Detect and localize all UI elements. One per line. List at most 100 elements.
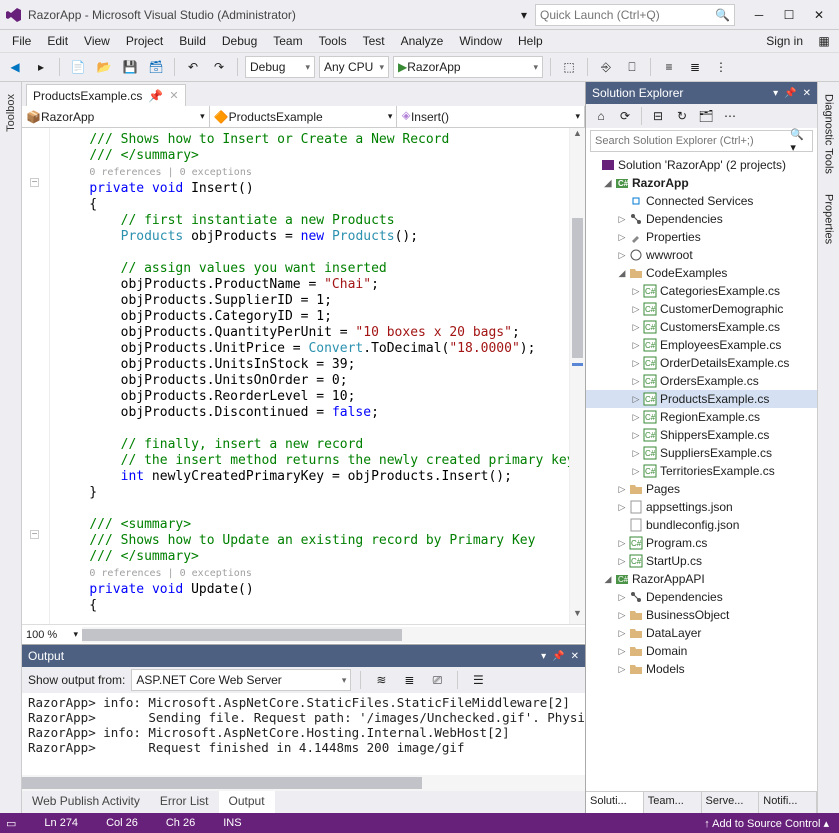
tree-node[interactable]: ▷C#RegionExample.cs [586,408,817,426]
platform-dropdown[interactable]: Any CPU▾ [319,56,389,78]
nav-fwd-icon[interactable]: ▸ [30,56,52,78]
tab-web-publish[interactable]: Web Publish Activity [22,791,150,813]
pin-icon[interactable]: 📌 [148,89,163,103]
rtab-notif[interactable]: Notifi... [759,792,817,813]
toolbar-btn-4[interactable]: ≡ [658,56,680,78]
zoom-dropdown[interactable]: 100 %▾ [22,629,82,641]
open-file-icon[interactable]: 📂 [93,56,115,78]
menu-help[interactable]: Help [510,32,551,50]
toolbox-tab[interactable]: Toolbox [3,88,19,138]
menu-view[interactable]: View [76,32,118,50]
quick-launch-input[interactable] [540,8,715,22]
solexp-refresh-icon[interactable]: ↻ [671,105,693,127]
panel-close-icon[interactable]: ✕ [571,651,579,662]
menu-test[interactable]: Test [355,32,393,50]
panel-pin-icon[interactable]: 📌 [552,651,564,662]
horizontal-scrollbar[interactable] [82,627,585,643]
file-tab-products-example[interactable]: ProductsExample.cs 📌 ✕ [26,84,186,106]
sign-in-link[interactable]: Sign in [758,32,813,50]
menu-analyze[interactable]: Analyze [393,32,452,50]
menu-window[interactable]: Window [451,32,510,50]
solexp-more-icon[interactable]: ⋯ [719,105,741,127]
menu-edit[interactable]: Edit [39,32,76,50]
save-icon[interactable]: 💾 [119,56,141,78]
rtab-solution[interactable]: Soluti... [586,792,644,813]
solexp-pin-icon[interactable]: 📌 [784,88,796,99]
undo-icon[interactable]: ↶ [182,56,204,78]
solexp-dropdown-icon[interactable]: ▾ [773,88,778,99]
toolbar-btn-6[interactable]: ⋮ [710,56,732,78]
tree-node[interactable]: ▷Properties [586,228,817,246]
tree-node[interactable]: ▷C#TerritoriesExample.cs [586,462,817,480]
tree-node[interactable]: ▷C#CustomersExample.cs [586,318,817,336]
menu-team[interactable]: Team [265,32,310,50]
tree-node[interactable]: Solution 'RazorApp' (2 projects) [586,156,817,174]
output-title[interactable]: Output ▾ 📌 ✕ [22,645,585,667]
rtab-server[interactable]: Serve... [702,792,760,813]
tree-node[interactable]: ▷C#ShippersExample.cs [586,426,817,444]
nav-project-dropdown[interactable]: 📦 RazorApp▾ [22,106,210,127]
solexp-home-icon[interactable]: ⌂ [590,105,612,127]
tree-node[interactable]: ▷C#Program.cs [586,534,817,552]
rtab-team[interactable]: Team... [644,792,702,813]
startup-dropdown[interactable]: ▶ RazorApp▾ [393,56,543,78]
nav-class-dropdown[interactable]: 🔶 ProductsExample▾ [210,106,398,127]
tree-node[interactable]: ▷BusinessObject [586,606,817,624]
output-btn-2[interactable]: ≣ [398,669,420,691]
tree-node[interactable]: ◢C#RazorAppAPI [586,570,817,588]
tree-node[interactable]: ▷C#OrderDetailsExample.cs [586,354,817,372]
tree-node[interactable]: ▷Pages [586,480,817,498]
nav-back-icon[interactable]: ◀ [4,56,26,78]
solexp-sync-icon[interactable]: ⟳ [614,105,636,127]
tree-node[interactable]: ▷C#ProductsExample.cs [586,390,817,408]
tree-node[interactable]: ▷C#OrdersExample.cs [586,372,817,390]
tab-error-list[interactable]: Error List [150,791,219,813]
redo-icon[interactable]: ↷ [208,56,230,78]
solexp-search[interactable]: 🔍▾ [590,130,813,152]
tree-node[interactable]: Connected Services [586,192,817,210]
tree-node[interactable]: ▷wwwroot [586,246,817,264]
output-hscroll[interactable] [22,775,585,791]
solexp-search-input[interactable] [595,135,790,147]
menu-debug[interactable]: Debug [214,32,265,50]
save-all-icon[interactable]: 🗃 [145,56,167,78]
tree-node[interactable]: ▷appsettings.json [586,498,817,516]
tree-node[interactable]: bundleconfig.json [586,516,817,534]
tree-node[interactable]: ▷C#SuppliersExample.cs [586,444,817,462]
diagnostic-tools-tab[interactable]: Diagnostic Tools [821,88,837,180]
config-dropdown[interactable]: Debug▾ [245,56,315,78]
notification-icon[interactable]: ▾ [513,4,535,26]
tree-node[interactable]: ▷C#CustomerDemographic [586,300,817,318]
minimize-button[interactable]: ─ [745,4,773,26]
tree-node[interactable]: ▷C#StartUp.cs [586,552,817,570]
tree-node[interactable]: ◢C#RazorApp [586,174,817,192]
tree-node[interactable]: ▷Domain [586,642,817,660]
solexp-close-icon[interactable]: ✕ [803,88,811,99]
solexp-showall-icon[interactable]: 🗂 [695,105,717,127]
maximize-button[interactable]: ☐ [775,4,803,26]
close-tab-icon[interactable]: ✕ [169,89,178,102]
toolbar-btn-3[interactable]: ⎕ [621,56,643,78]
output-btn-4[interactable]: ☰ [467,669,489,691]
solexp-collapse-icon[interactable]: ⊟ [647,105,669,127]
code-editor[interactable]: − − /// Shows how to Insert or Create a … [22,128,585,624]
tree-node[interactable]: ▷C#EmployeesExample.cs [586,336,817,354]
menu-build[interactable]: Build [171,32,214,50]
nav-member-dropdown[interactable]: 🞛 Insert()▾ [397,106,585,127]
gutter[interactable]: − − [22,128,50,624]
menu-tools[interactable]: Tools [311,32,355,50]
properties-tab[interactable]: Properties [821,188,837,250]
solexp-title[interactable]: Solution Explorer ▾ 📌 ✕ [586,82,817,104]
add-source-control[interactable]: ↑ Add to Source Control ▴ [704,817,829,830]
output-btn-1[interactable]: ≋ [370,669,392,691]
output-btn-3[interactable]: ⎚ [426,669,448,691]
toolbar-btn-1[interactable]: ⬚ [558,56,580,78]
output-source-dropdown[interactable]: ASP.NET Core Web Server▾ [131,669,351,691]
account-icon[interactable]: ▦ [813,30,835,52]
toolbar-btn-5[interactable]: ≣ [684,56,706,78]
panel-dropdown-icon[interactable]: ▾ [541,651,546,662]
tree-node[interactable]: ◢CodeExamples [586,264,817,282]
tree-node[interactable]: ▷Dependencies [586,210,817,228]
tree-node[interactable]: ▷Models [586,660,817,678]
menu-project[interactable]: Project [118,32,171,50]
